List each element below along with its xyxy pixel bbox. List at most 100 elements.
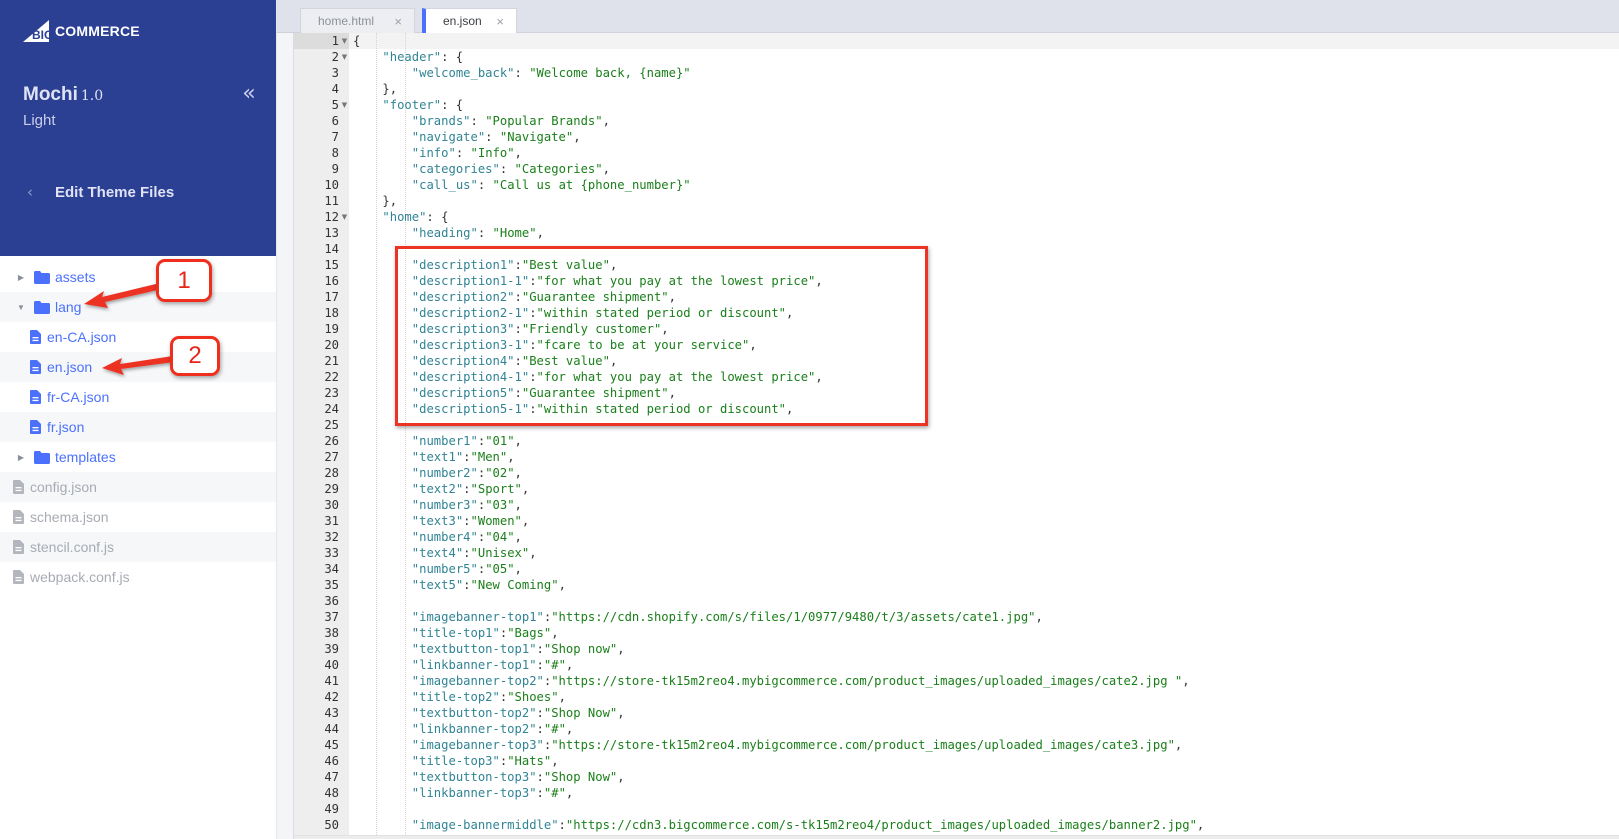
tab-home-html[interactable]: home.html ×	[300, 8, 415, 33]
line-number: 15	[324, 258, 339, 272]
json-key: "textbutton-top2"	[411, 706, 537, 720]
json-punctuation: ,	[551, 626, 559, 640]
json-string: "Best value"	[521, 258, 610, 272]
code-line: "title-top3":"Hats",	[412, 753, 559, 769]
tree-file-en-ca-json[interactable]: en-CA.json	[0, 322, 276, 352]
tab-en-json[interactable]: en.json ×	[422, 8, 517, 33]
edit-theme-files-back-link[interactable]: ‹ Edit Theme Files	[27, 183, 174, 201]
line-number: 40	[324, 658, 339, 672]
json-punctuation: ,	[514, 466, 522, 480]
tree-folder-lang[interactable]: ▼ lang	[0, 292, 276, 322]
json-punctuation: :	[477, 226, 493, 240]
file-icon	[13, 540, 24, 554]
line-number: 13	[324, 226, 339, 240]
json-string: "03"	[485, 498, 515, 512]
json-string: "Shop Now"	[543, 706, 618, 720]
json-punctuation: :	[463, 482, 471, 496]
tree-file-webpack-conf-js[interactable]: webpack.conf.js	[0, 562, 276, 592]
json-string: "Friendly customer"	[521, 322, 662, 336]
json-key: "brands"	[411, 114, 471, 128]
tree-file-stencil-conf-js[interactable]: stencil.conf.js	[0, 532, 276, 562]
file-icon	[30, 420, 41, 434]
code-line: "description2":"Guarantee shipment",	[412, 289, 676, 305]
tab-bar: home.html × en.json ×	[277, 0, 1619, 33]
bigcommerce-logo[interactable]: BIG COMMERCE	[23, 20, 140, 42]
json-key: "number3"	[411, 498, 478, 512]
tree-folder-assets[interactable]: ▶ assets	[0, 262, 276, 292]
json-string: "Shoes"	[507, 690, 559, 704]
json-punctuation: :	[536, 706, 544, 720]
json-key: "text2"	[411, 482, 464, 496]
line-number: 16	[324, 274, 339, 288]
code-line: "number2":"02",	[412, 465, 522, 481]
caret-right-icon[interactable]: ▶	[16, 273, 26, 282]
close-icon[interactable]: ×	[394, 14, 402, 29]
back-link-label: Edit Theme Files	[55, 183, 175, 201]
code-line: "description4-1":"for what you pay at th…	[412, 369, 823, 385]
json-punctuation: :	[463, 450, 471, 464]
json-punctuation: },	[382, 82, 398, 96]
json-string: "https://cdn.shopify.com/s/files/1/0977/…	[551, 610, 1036, 624]
close-icon[interactable]: ×	[496, 14, 504, 29]
json-key: "description5"	[411, 386, 515, 400]
json-key: "heading"	[411, 226, 478, 240]
json-punctuation: ,	[558, 690, 566, 704]
json-punctuation: ,	[1035, 610, 1043, 624]
line-number: 39	[324, 642, 339, 656]
json-punctuation: :	[536, 658, 544, 672]
tree-file-en-json[interactable]: en.json	[0, 352, 276, 382]
logo-prefix: BIG	[32, 28, 53, 42]
json-punctuation: :	[514, 386, 522, 400]
folder-icon	[34, 270, 50, 284]
json-punctuation: ,	[668, 290, 676, 304]
json-string: "#"	[543, 658, 566, 672]
fold-toggle-icon[interactable]: ▼	[340, 49, 349, 65]
line-number: 42	[324, 690, 339, 704]
json-punctuation: ,	[514, 146, 522, 160]
annotation-callout-1: 1	[156, 259, 212, 302]
json-punctuation: ,	[521, 482, 530, 496]
code-editor[interactable]: 1 ▼ 2 ▼ 3 4 5 ▼ 6 7 8 9 10 11 12 ▼ 13 14 15 16 17 18 19 20 21 22 2…	[293, 33, 1619, 839]
code-line: },	[382, 81, 397, 97]
json-punctuation: ,	[551, 754, 559, 768]
line-number: 27	[324, 450, 339, 464]
caret-right-icon[interactable]: ▶	[16, 453, 26, 462]
caret-down-icon[interactable]: ▼	[16, 303, 26, 312]
json-punctuation: ,	[1196, 818, 1205, 832]
tree-file-fr-ca-json[interactable]: fr-CA.json	[0, 382, 276, 412]
tree-file-schema-json[interactable]: schema.json	[0, 502, 276, 532]
code-line: "call_us": "Call us at {phone_number}"	[412, 177, 691, 193]
json-punctuation: ,	[536, 226, 544, 240]
code-line: "description2-1":"within stated period o…	[412, 305, 794, 321]
line-number: 25	[324, 418, 339, 432]
json-key: "title-top2"	[411, 690, 500, 704]
line-number: 1	[331, 34, 339, 48]
line-number: 18	[324, 306, 339, 320]
fold-toggle-icon[interactable]: ▼	[340, 97, 349, 113]
tree-folder-templates[interactable]: ▶ templates	[0, 442, 276, 472]
json-punctuation: :	[455, 146, 471, 160]
line-number: 7	[331, 130, 339, 144]
code-content[interactable]: {"header": {"welcome_back": "Welcome bac…	[349, 33, 1619, 839]
collapse-sidebar-button[interactable]: «	[238, 83, 260, 106]
line-number-gutter: 1 ▼ 2 ▼ 3 4 5 ▼ 6 7 8 9 10 11 12 ▼ 13 14 15 16 17 18 19 20 21 22 2…	[294, 33, 349, 839]
tree-file-fr-json[interactable]: fr.json	[0, 412, 276, 442]
json-punctuation: ,	[565, 722, 574, 736]
json-string: "fcare to be at your service"	[536, 338, 750, 352]
json-punctuation: ,	[565, 786, 574, 800]
json-punctuation: ,	[617, 706, 625, 720]
json-punctuation: ,	[786, 306, 794, 320]
json-key: "call_us"	[411, 178, 478, 192]
json-key: "image-bannermiddle"	[411, 818, 559, 832]
tree-file-config-json[interactable]: config.json	[0, 472, 276, 502]
code-line: "description3":"Friendly customer",	[412, 321, 669, 337]
json-string: "Categories"	[514, 162, 603, 176]
fold-toggle-icon[interactable]: ▼	[340, 33, 349, 49]
fold-toggle-icon[interactable]: ▼	[340, 209, 349, 225]
line-number: 21	[324, 354, 339, 368]
tab-label: home.html	[318, 14, 375, 28]
horizontal-scrollbar[interactable]	[294, 835, 1619, 839]
line-number: 17	[324, 290, 339, 304]
line-number: 5	[331, 98, 339, 112]
json-key: "description1"	[411, 258, 515, 272]
